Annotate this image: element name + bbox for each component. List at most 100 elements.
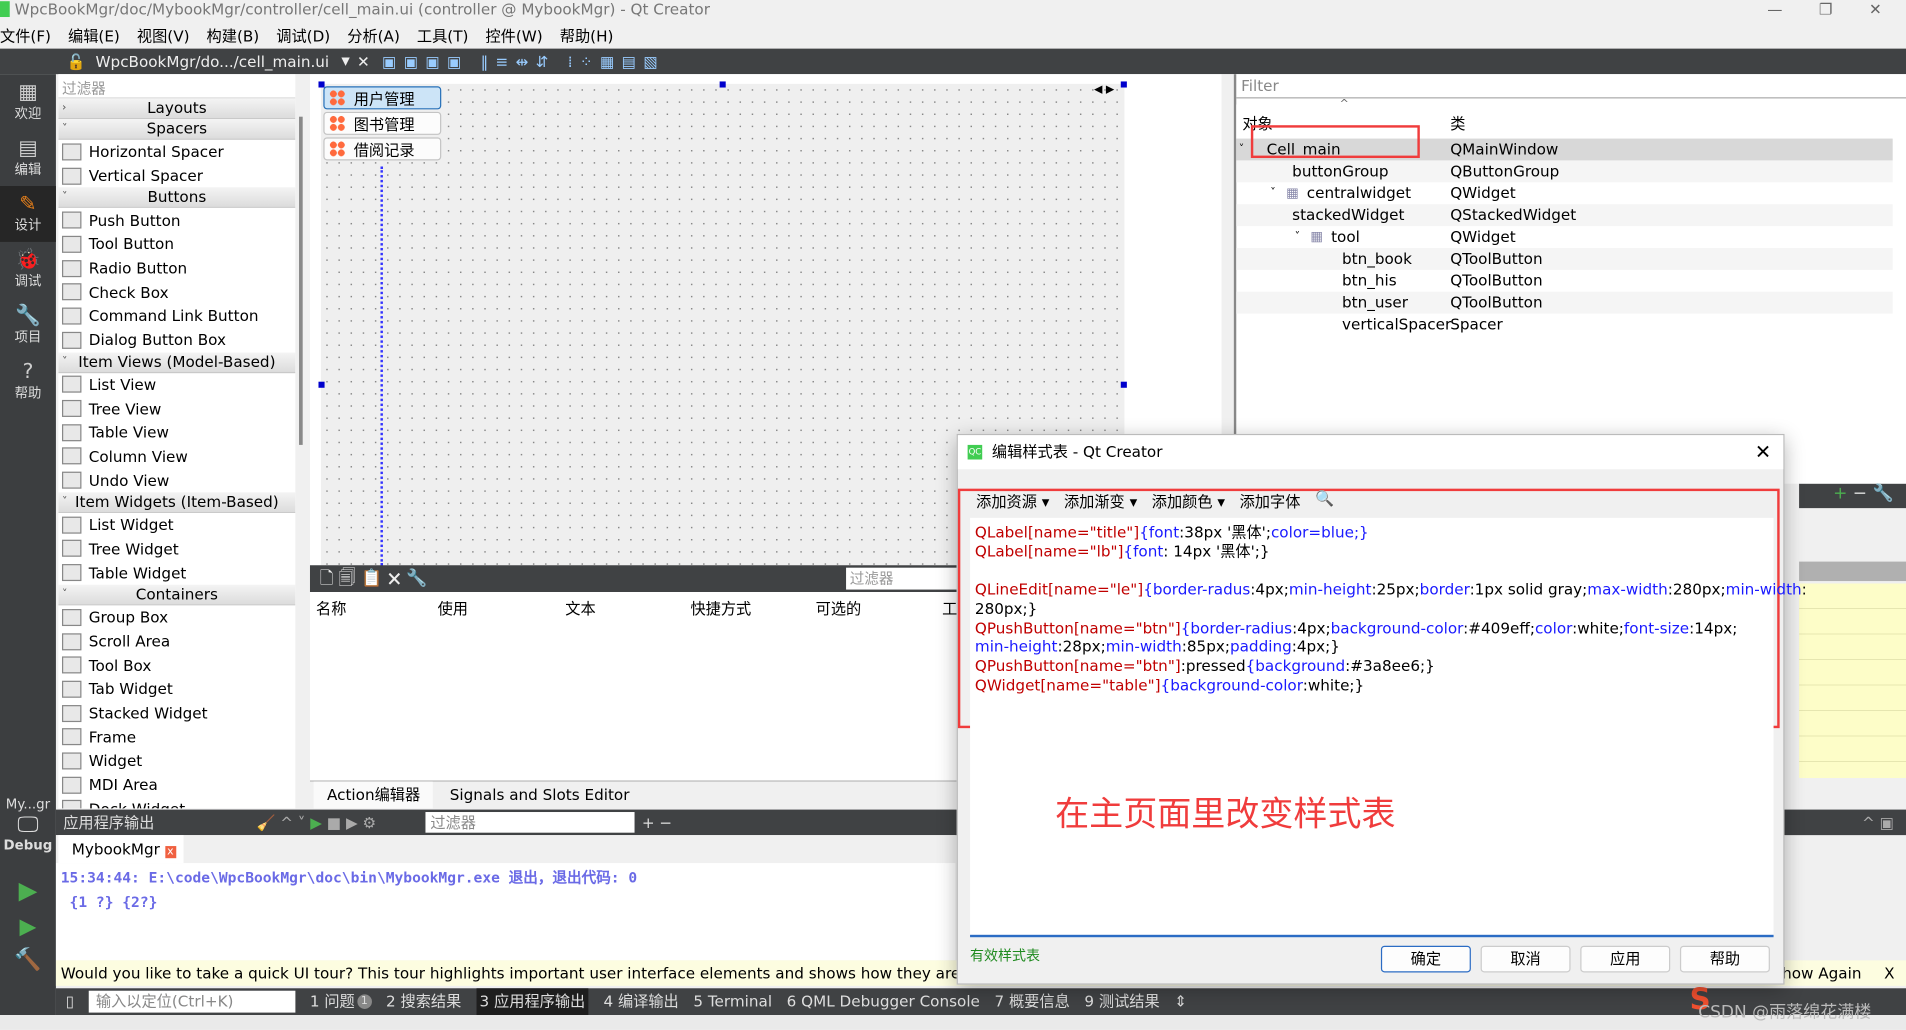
resize-handle[interactable] — [719, 81, 726, 88]
widget-item[interactable]: Tool Button — [58, 232, 295, 256]
file-selector[interactable]: WpcBookMgr/do.../cell_main.ui — [96, 52, 330, 70]
vertical-spacer[interactable] — [380, 166, 384, 566]
widget-item[interactable]: Dock Widget — [58, 797, 295, 809]
column-header[interactable]: 名称 — [316, 596, 346, 619]
tab-signals-slots[interactable]: Signals and Slots Editor — [450, 782, 630, 809]
category-header[interactable]: ˅ Item Widgets (Item-Based) — [58, 492, 296, 513]
output-pane-tab[interactable]: 5 Terminal — [693, 988, 772, 1015]
widget-item[interactable]: Table View — [58, 420, 295, 444]
output-pane-tab[interactable]: 3 应用程序输出 — [475, 988, 589, 1016]
widget-filter-input[interactable]: 过滤器 — [58, 74, 296, 99]
widget-item[interactable]: Check Box — [58, 280, 295, 304]
layout-tools-icons[interactable]: ▣▣▣▣ ‖≡⇹⇵ ⁞⁘▦▤▧ — [382, 52, 665, 70]
widget-item[interactable]: Group Box — [58, 605, 295, 629]
widget-item[interactable]: Dialog Button Box — [58, 328, 295, 352]
menu-item[interactable]: 工具(T) — [417, 23, 469, 46]
menu-item[interactable]: 分析(A) — [347, 23, 400, 46]
kit-selector[interactable]: My...gr 🖵 Debug ▶ ▶ 🔨 — [0, 796, 56, 972]
widget-item[interactable]: Vertical Spacer — [58, 164, 295, 188]
expand-chevron-icon[interactable]: ˅ — [1270, 182, 1275, 204]
widget-item[interactable]: Frame — [58, 725, 295, 749]
menu-item[interactable]: 文件(F) — [0, 23, 51, 46]
output-pane-tab[interactable]: 1 问题 — [310, 988, 355, 1015]
build-hammer-icon[interactable]: 🔨 — [0, 947, 56, 973]
widget-item[interactable]: Tab Widget — [58, 677, 295, 701]
search-icon[interactable]: 🔍 — [1315, 489, 1334, 512]
sidebar-toggle-icon[interactable]: ▯ — [66, 988, 74, 1015]
delete-action-icon[interactable]: 🗙 — [388, 569, 401, 588]
column-header[interactable]: 使用 — [438, 596, 468, 619]
remove-property-icon[interactable]: − — [1853, 484, 1867, 503]
btn-user-toolbutton[interactable]: 用户管理 — [323, 86, 442, 110]
menu-item[interactable]: 调试(D) — [276, 23, 330, 46]
add-color-button[interactable]: 添加颜色 ▾ — [1152, 489, 1225, 512]
run-icon[interactable]: ▶ — [0, 875, 56, 904]
btn-book-toolbutton[interactable]: 图书管理 — [323, 111, 442, 135]
menu-item[interactable]: 视图(V) — [137, 23, 190, 46]
category-header[interactable]: ˅ Spacers — [58, 119, 296, 140]
category-header[interactable]: ˅ Item Views (Model-Based) — [58, 351, 296, 373]
mode-pencil[interactable]: ✎ 设计 — [0, 185, 56, 242]
column-header[interactable]: 文本 — [565, 596, 595, 619]
widget-item[interactable]: Undo View — [58, 468, 295, 492]
maximize-pane-icon[interactable]: ^ ▣ — [1862, 810, 1894, 836]
mode-wrench[interactable]: 🔧 项目 — [0, 298, 56, 354]
add-property-icon[interactable]: + — [1833, 484, 1847, 503]
column-header[interactable]: 可选的 — [816, 596, 862, 619]
expand-chevron-icon[interactable]: ˅ — [1295, 226, 1300, 248]
dont-show-again-button[interactable]: how Again — [1782, 960, 1861, 986]
mode-help[interactable]: ? 帮助 — [0, 354, 56, 410]
resize-handle[interactable] — [1120, 381, 1127, 388]
category-header[interactable]: ˅ Buttons — [58, 187, 296, 209]
output-tab[interactable]: MybookMgr x — [58, 835, 184, 864]
column-class[interactable]: 类 — [1450, 111, 1465, 134]
close-doc-icon[interactable]: ✕ — [357, 52, 370, 70]
output-pane-tab[interactable]: 6 QML Debugger Console — [787, 988, 980, 1015]
btn-his-toolbutton[interactable]: 借阅记录 — [323, 137, 442, 161]
output-tools-icons[interactable]: 🧹 ^ ˅ ▶ ■ ▶ ⚙ — [256, 810, 376, 836]
object-row[interactable]: ˅ ▦ tool QWidget — [1236, 226, 1892, 248]
minimize-button[interactable]: — — [1767, 0, 1782, 18]
widget-item[interactable]: Push Button — [58, 208, 295, 232]
column-header[interactable]: 快捷方式 — [690, 596, 751, 619]
pane-switch-arrows-icon[interactable]: ⇕ — [1174, 988, 1187, 1015]
cancel-button[interactable]: 取消 — [1480, 945, 1571, 973]
menu-item[interactable]: 控件(W) — [485, 23, 542, 46]
widget-item[interactable]: List View — [58, 373, 295, 397]
output-filter-input[interactable]: 过滤器 — [425, 812, 635, 833]
category-header[interactable]: › Layouts — [58, 98, 296, 120]
menu-item[interactable]: 构建(B) — [207, 23, 260, 46]
help-button[interactable]: 帮助 — [1679, 945, 1770, 973]
config-icon[interactable]: 🔧 — [1872, 484, 1893, 503]
object-row[interactable]: verticalSpacer Spacer — [1236, 314, 1892, 336]
widget-item[interactable]: Tree Widget — [58, 537, 295, 561]
object-row[interactable]: ˅ ▦ centralwidget QWidget — [1236, 182, 1892, 204]
dialog-close-button[interactable]: ✕ — [1755, 435, 1771, 469]
mode-grid[interactable]: ▦ 欢迎 — [0, 74, 56, 130]
action-filter-input[interactable]: 过滤器 — [846, 567, 957, 590]
object-row[interactable]: buttonGroup QButtonGroup — [1236, 160, 1893, 183]
expand-chevron-icon[interactable]: ˅ — [1239, 139, 1244, 161]
ok-button[interactable]: 确定 — [1380, 945, 1471, 973]
object-row[interactable]: stackedWidget QStackedWidget — [1236, 204, 1893, 227]
apply-button[interactable]: 应用 — [1580, 945, 1671, 973]
maximize-button[interactable]: ❐ — [1819, 0, 1833, 18]
close-button[interactable]: ✕ — [1869, 0, 1882, 18]
widget-item[interactable]: Tree View — [58, 397, 295, 421]
resize-handle[interactable] — [1120, 81, 1127, 88]
close-tab-icon[interactable]: x — [164, 846, 177, 858]
widget-item[interactable]: Scroll Area — [58, 629, 295, 653]
tour-close-button[interactable]: X — [1884, 960, 1894, 986]
widget-item[interactable]: MDI Area — [58, 773, 295, 797]
widget-box-scrollbar[interactable] — [295, 74, 310, 809]
copy-action-icon[interactable]: 🗐 — [339, 569, 356, 588]
widget-item[interactable]: Radio Button — [58, 256, 295, 280]
object-filter-input[interactable]: Filter — [1236, 74, 1906, 99]
mode-document[interactable]: ▤ 编辑 — [0, 130, 56, 186]
dropdown-icon[interactable]: ▼ — [341, 55, 349, 67]
tab-action-editor[interactable]: Action编辑器 — [313, 781, 433, 809]
locator-input[interactable]: 输入以定位(Ctrl+K) — [88, 990, 296, 1013]
output-pane-tab[interactable]: 9 测试结果 — [1084, 988, 1159, 1015]
widget-item[interactable]: Tool Box — [58, 653, 295, 677]
zoom-in-icon[interactable]: + − — [642, 810, 672, 836]
